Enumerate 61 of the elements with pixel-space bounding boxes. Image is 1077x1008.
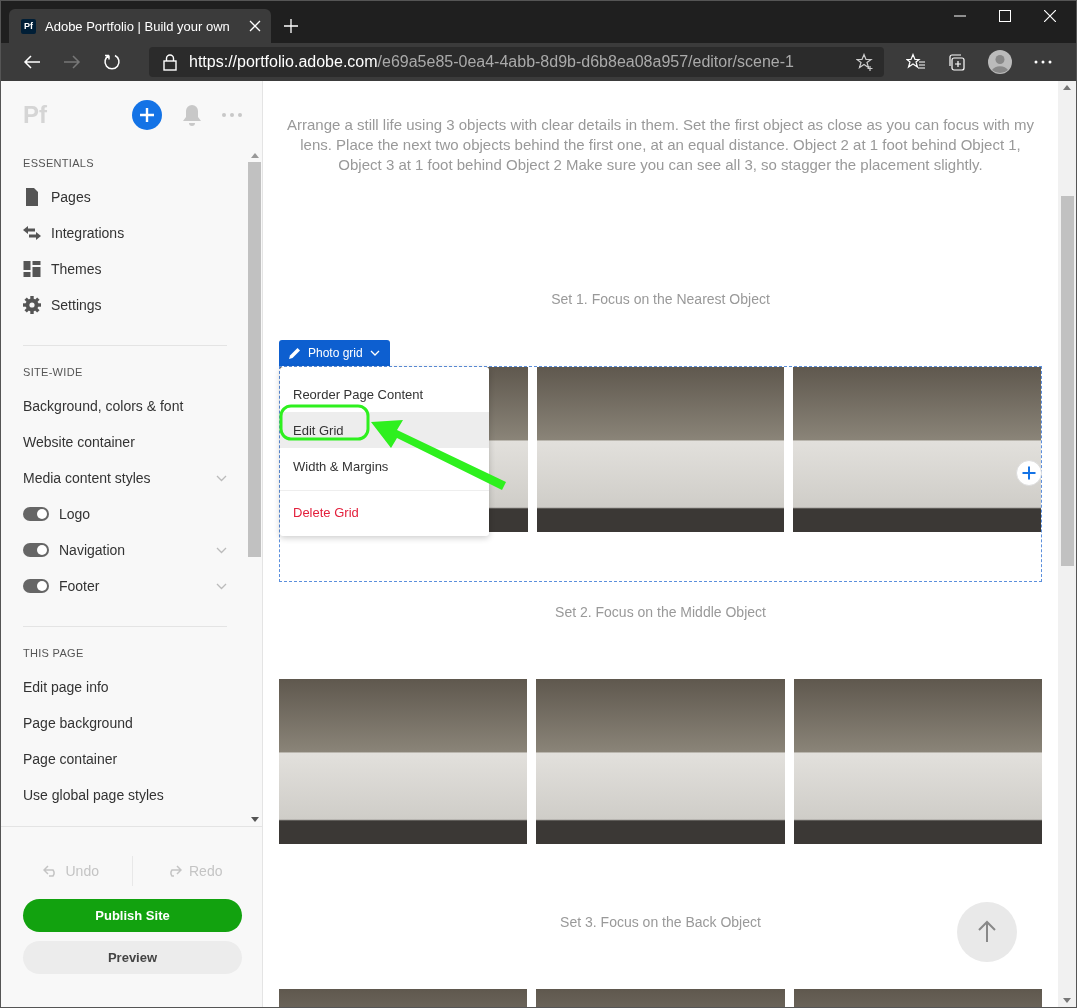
scroll-to-top-button[interactable] [957, 902, 1017, 962]
setting-label: Footer [59, 578, 100, 594]
pencil-icon [289, 347, 301, 359]
browser-tab[interactable]: Pf Adobe Portfolio | Build your own [9, 9, 271, 43]
nav-item[interactable]: Themes [51, 261, 102, 277]
add-favorite-icon[interactable] [856, 53, 874, 71]
scroll-down-icon[interactable] [250, 817, 259, 822]
setting-item[interactable]: Website container [23, 434, 135, 450]
scrollbar[interactable] [1058, 81, 1076, 1007]
close-icon[interactable] [1044, 10, 1056, 22]
caret-icon [369, 350, 380, 356]
setting-label: Navigation [59, 542, 126, 558]
set-heading: Set 3. Focus on the Back Object [559, 914, 762, 930]
menu-item[interactable]: Width & Margins [280, 448, 489, 484]
section-heading: SITE-WIDE [23, 366, 84, 378]
swap-arrows-icon [23, 225, 41, 241]
setting-item[interactable]: Page background [23, 715, 133, 731]
toggle-switch[interactable] [23, 543, 49, 557]
section-heading: ESSENTIALS [23, 157, 95, 169]
new-tab-icon[interactable] [283, 18, 299, 34]
photo-grid-frame[interactable]: Reorder Page Content Edit Grid Width & Margins Delete Grid [279, 366, 1042, 582]
setting-item[interactable]: Use global page styles [23, 787, 164, 803]
set-heading: Set 2. Focus on the Middle Object [554, 604, 767, 620]
setting-label: Logo [59, 506, 91, 522]
url-text: https://portfolio.adobe.com/e69a5e85-0ea4-4abb-8d9b-d6b8ea08a957/editor/scene-1 [189, 53, 795, 71]
tab-title: Adobe Portfolio | Build your own [45, 18, 231, 34]
setting-item[interactable]: Background, colors & font [23, 398, 184, 414]
nav-item[interactable]: Pages [51, 189, 91, 205]
address-field[interactable]: https://portfolio.adobe.com/e69a5e85-0ea4-4abb-8d9b-d6b8ea08a957/editor/scene-1 [149, 47, 884, 77]
favorites-icon[interactable] [906, 53, 926, 71]
setting-item[interactable]: Page container [23, 751, 118, 767]
profile-avatar[interactable] [988, 50, 1012, 74]
refresh-icon[interactable] [103, 53, 121, 71]
menu-item[interactable]: Reorder Page Content [280, 376, 489, 412]
collections-icon[interactable] [948, 53, 966, 71]
scroll-down-icon[interactable] [1063, 998, 1071, 1003]
gear-icon [23, 296, 41, 314]
toggle-switch[interactable] [23, 579, 49, 593]
back-icon[interactable] [23, 54, 41, 70]
layout-icon [23, 261, 41, 277]
maximize-icon[interactable] [999, 10, 1011, 22]
section-heading: THIS PAGE [23, 647, 85, 659]
page-icon [23, 188, 41, 206]
nav-item[interactable]: Settings [51, 297, 102, 313]
scroll-up-icon[interactable] [250, 153, 259, 158]
preview-button[interactable]: Preview [23, 941, 242, 974]
scroll-up-icon[interactable] [1063, 85, 1071, 90]
menu-item[interactable]: Delete Grid [280, 494, 489, 530]
nav-item[interactable]: Integrations [51, 225, 125, 241]
site-favicon: Pf [21, 18, 36, 34]
intro-paragraph: Arrange a still life using 3 objects with clear details in them. Set the first object as close as you can focus with my lens. Place the next two objects behind the first one, at an equal distance. Object 2 at 1 foot behind Object 1, Object 3 at 1 foot behind Object 2 Make sure you can see all 3, so stagger the placement slightly. [286, 115, 1035, 175]
lock-icon [163, 53, 177, 71]
close-icon[interactable] [249, 20, 261, 32]
photo-grid-toolbar-button[interactable]: Photo grid [279, 340, 390, 366]
setting-item[interactable]: Edit page info [23, 679, 109, 695]
add-button[interactable] [1016, 460, 1042, 486]
more-icon[interactable] [1034, 60, 1052, 64]
add-button[interactable] [132, 100, 162, 130]
set-heading: Set 1. Focus on the Nearest Object [550, 291, 771, 307]
toggle-switch[interactable] [23, 507, 49, 521]
setting-item[interactable]: Media content styles [23, 470, 151, 486]
